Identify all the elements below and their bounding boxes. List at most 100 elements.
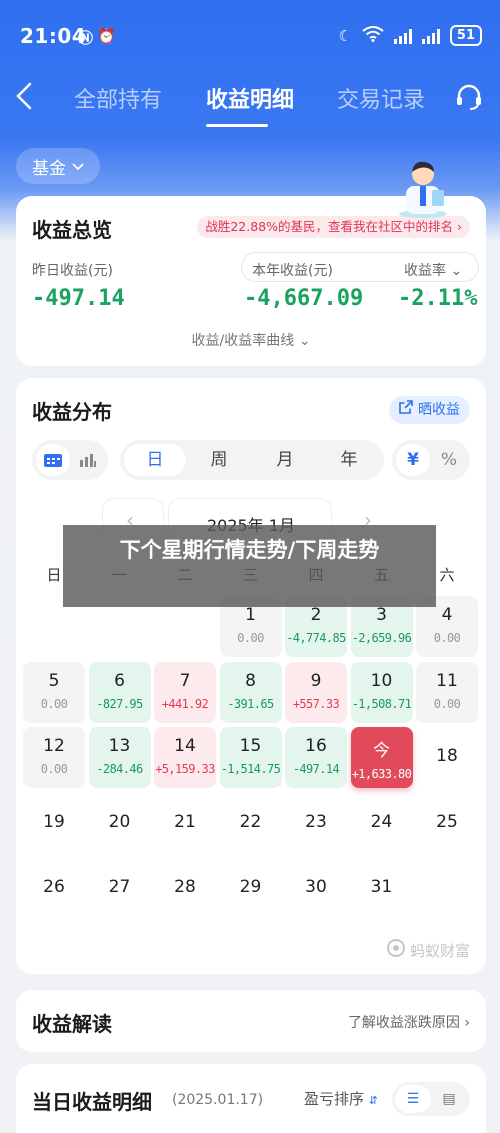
tab-earnings-detail[interactable]: 收益明细: [206, 82, 294, 114]
calendar-day-number: 29: [239, 877, 262, 897]
calendar-day[interactable]: 10 -1,508.71: [350, 661, 413, 723]
status-right: ☾ 51: [338, 25, 482, 46]
calendar-day[interactable]: 5 0.00: [23, 661, 85, 723]
calendar-day-number: 4: [441, 605, 453, 625]
calendar-day-number: 20: [108, 811, 131, 832]
period-day[interactable]: 日: [124, 444, 186, 476]
watermark-text: 蚂蚁财富: [409, 941, 470, 960]
calendar-day-number: 18: [436, 746, 458, 766]
calendar-day[interactable]: 14 +5,159.33: [154, 727, 216, 788]
interpretation-link-text: 了解收益涨跌原因: [347, 1015, 460, 1031]
calendar-day[interactable]: 26: [23, 858, 85, 919]
calendar-day[interactable]: 28: [154, 858, 216, 919]
return-rate-label[interactable]: 收益率 ⌄: [404, 260, 462, 280]
chevron-right-icon: ›: [464, 1015, 470, 1031]
calendar-day-earnings: -1,514.75: [220, 762, 281, 776]
calendar-day-earnings: -284.46: [96, 762, 143, 776]
chevron-down-icon: ⌄: [450, 263, 463, 279]
calendar-day[interactable]: 15 -1,514.75: [219, 727, 282, 788]
calendar-day[interactable]: 16 -497.14: [285, 727, 347, 788]
yesterday-earnings-value: -497.14: [32, 286, 125, 311]
earnings-curve-label: 收益/收益率曲线: [191, 333, 295, 349]
unit-toggle: ¥ %: [392, 440, 470, 480]
calendar-day-number: 8: [245, 670, 256, 691]
calendar-day[interactable]: 27: [89, 858, 151, 919]
calendar-day[interactable]: 12 0.00: [23, 727, 85, 788]
wifi-icon: [362, 25, 384, 46]
customer-service-icon[interactable]: [454, 82, 484, 116]
calendar-day-earnings: 0.00: [237, 631, 264, 645]
unit-percent[interactable]: %: [432, 444, 466, 476]
year-earnings-value: -4,667.09: [244, 286, 364, 311]
calendar-day[interactable]: 18: [416, 727, 478, 788]
calendar-day-number: 13: [108, 736, 131, 756]
calendar-day-number: 27: [108, 877, 131, 897]
list-view-icon[interactable]: ☰: [395, 1085, 431, 1113]
detail-view-toggle: ☰ ▤: [392, 1082, 470, 1116]
profit-sort-button[interactable]: 盈亏排序 ⇵: [304, 1088, 378, 1109]
calendar-day-number: 7: [179, 670, 191, 691]
status-notification-icons: Ⓝ ⏰: [78, 27, 116, 48]
moon-icon: ☾: [338, 26, 352, 45]
ranking-promo-text: 战胜22.88%的基民，查看我在社区中的排名: [205, 219, 454, 234]
calendar-day[interactable]: 31: [351, 858, 413, 919]
calendar-day[interactable]: 7 +441.92: [154, 661, 216, 723]
tab-all-holdings[interactable]: 全部持有: [74, 82, 162, 114]
tab-transactions[interactable]: 交易记录: [337, 82, 425, 114]
ranking-promo-link[interactable]: 战胜22.88%的基民，查看我在社区中的排名 ›: [197, 216, 470, 238]
card-view-icon[interactable]: ▤: [431, 1085, 467, 1113]
signal-icon-2: [421, 28, 440, 44]
calendar-day[interactable]: 19: [23, 793, 85, 854]
back-icon[interactable]: [14, 80, 34, 120]
calendar-day-earnings: +557.33: [292, 696, 340, 711]
overlay-caption: 下个星期行情走势/下周走势: [63, 525, 436, 607]
calendar-day[interactable]: 24: [351, 793, 413, 854]
calendar-day-earnings: -827.95: [96, 696, 143, 711]
calendar-day[interactable]: 6 -827.95: [88, 661, 151, 723]
calendar-day[interactable]: 22: [220, 793, 282, 854]
calendar-day-number: 9: [310, 670, 322, 691]
period-year[interactable]: 年: [318, 444, 380, 476]
return-rate-value: -2.11%: [398, 286, 478, 311]
calendar-day[interactable]: 13 -284.46: [88, 727, 151, 788]
mascot-illustration: [392, 156, 454, 218]
calendar-day[interactable]: 29: [220, 858, 282, 919]
share-earnings-button[interactable]: 晒收益: [389, 396, 470, 424]
calendar-day-earnings: -4,774.85: [286, 631, 346, 645]
calendar-day[interactable]: 21: [154, 793, 216, 854]
calendar-day[interactable]: 11 0.00: [416, 661, 478, 723]
calendar-day[interactable]: 9 +557.33: [285, 661, 347, 723]
calendar-day[interactable]: 8 -391.65: [219, 661, 282, 723]
calendar-day-number: 11: [436, 670, 458, 691]
fund-type-dropdown[interactable]: 基金: [16, 148, 100, 184]
active-tab-indicator: [206, 124, 268, 127]
calendar-view-icon[interactable]: [36, 444, 70, 476]
profit-sort-label: 盈亏排序: [304, 1090, 365, 1108]
earnings-curve-link[interactable]: 收益/收益率曲线 ⌄: [16, 330, 486, 350]
alarm-icon: ⏰: [97, 27, 116, 45]
period-month[interactable]: 月: [254, 444, 316, 476]
calendar-day-earnings: -1,508.71: [351, 696, 412, 711]
calendar-day[interactable]: 25: [416, 793, 478, 854]
status-bar: 21:04 Ⓝ ⏰ ☾ 51: [0, 0, 500, 72]
calendar-day-number: 28: [174, 877, 196, 897]
bar-chart-view-icon[interactable]: [72, 444, 104, 476]
period-week[interactable]: 周: [188, 444, 250, 476]
year-earnings-label: 本年收益(元): [252, 263, 333, 279]
calendar-day[interactable]: 20: [89, 793, 151, 854]
unit-yuan[interactable]: ¥: [396, 444, 430, 476]
calendar-day[interactable]: 30: [285, 858, 347, 919]
interpretation-link[interactable]: 了解收益涨跌原因 ›: [348, 1012, 470, 1032]
calendar-day-earnings: +1,633.80: [351, 767, 412, 781]
share-icon: [399, 396, 413, 424]
chevron-down-icon: ⌄: [298, 333, 311, 349]
calendar-day-number: 22: [239, 811, 262, 832]
calendar-day-earnings: -2,659.96: [351, 631, 412, 645]
calendar-day[interactable]: 23: [285, 793, 347, 854]
calendar-day-earnings: +5,159.33: [155, 762, 215, 776]
status-time: 21:04: [20, 24, 87, 48]
earnings-interpretation-card[interactable]: 收益解读 了解收益涨跌原因 ›: [16, 990, 486, 1052]
calendar-day-today[interactable]: 今 +1,633.80: [350, 727, 413, 788]
calendar-day-number: 14: [174, 736, 196, 756]
calendar-day-number: 25: [436, 811, 458, 832]
